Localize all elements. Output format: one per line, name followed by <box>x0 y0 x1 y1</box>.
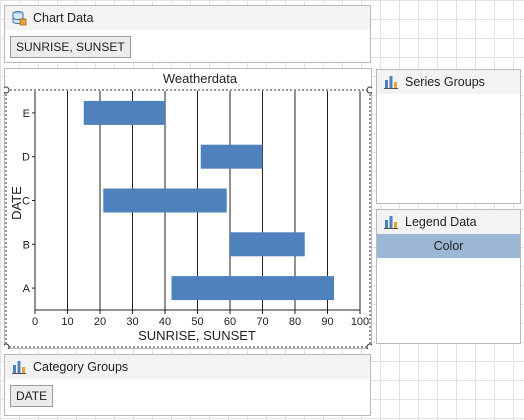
x-tick-label: 90 <box>321 316 333 328</box>
category-groups-header: Category Groups <box>5 355 370 379</box>
chart-data-header: Chart Data <box>5 6 370 30</box>
bar-C[interactable] <box>103 188 227 213</box>
bar-E[interactable] <box>83 100 165 125</box>
x-tick-label: 0 <box>32 316 38 328</box>
x-tick-label: 80 <box>289 316 301 328</box>
series-groups-header: Series Groups <box>377 70 520 94</box>
x-tick-label: 30 <box>126 316 138 328</box>
database-icon <box>11 10 27 26</box>
x-tick-label: 20 <box>94 316 106 328</box>
legend-data-title: Legend Data <box>405 215 477 229</box>
resize-handle-bottom-right[interactable] <box>366 343 372 349</box>
bar-chart-icon <box>383 74 399 90</box>
bar-D[interactable] <box>200 144 263 169</box>
x-axis-label: SUNRISE, SUNSET <box>138 328 256 343</box>
bar-chart-icon <box>383 214 399 230</box>
category-field-chip[interactable]: DATE <box>10 385 54 407</box>
x-tick-label: 40 <box>159 316 171 328</box>
series-groups-title: Series Groups <box>405 75 485 89</box>
x-tick-label: 10 <box>61 316 73 328</box>
resize-handle-top-right[interactable] <box>366 86 372 94</box>
bar-B[interactable] <box>230 232 305 257</box>
chart-data-panel: Chart Data SUNRISE, SUNSET <box>4 5 371 63</box>
series-groups-panel: Series Groups <box>376 69 521 204</box>
chart-title: Weatherdata <box>163 71 238 86</box>
category-label: E <box>23 108 30 120</box>
legend-data-panel: Legend Data Color <box>376 209 521 344</box>
x-tick-label: 60 <box>224 316 236 328</box>
selection-frame <box>5 89 371 348</box>
category-label: B <box>23 239 30 251</box>
chart-data-field-chip[interactable]: SUNRISE, SUNSET <box>10 36 131 58</box>
chart-data-title: Chart Data <box>33 11 94 25</box>
chart: 0 10 20 30 40 50 60 70 80 90 100 ABCDE Weatherdata… <box>4 71 372 349</box>
x-tick-label: 100 <box>351 316 369 328</box>
chart-container[interactable]: 0 10 20 30 40 50 60 70 80 90 100 ABCDE Weatherdata… <box>4 68 372 349</box>
legend-color-row[interactable]: Color <box>377 234 520 258</box>
category-label: A <box>23 283 31 295</box>
legend-data-header: Legend Data <box>377 210 520 234</box>
category-groups-panel: Category Groups DATE <box>4 354 371 416</box>
category-label: D <box>22 152 30 164</box>
x-tick-label: 70 <box>256 316 268 328</box>
bar-chart-icon <box>11 359 27 375</box>
x-tick-label: 50 <box>191 316 203 328</box>
category-groups-title: Category Groups <box>33 360 129 374</box>
resize-handle-bottom-left[interactable] <box>4 343 10 349</box>
bar-A[interactable] <box>171 276 335 301</box>
resize-handle-top-left[interactable] <box>4 86 10 94</box>
y-axis-label: DATE <box>9 186 24 220</box>
